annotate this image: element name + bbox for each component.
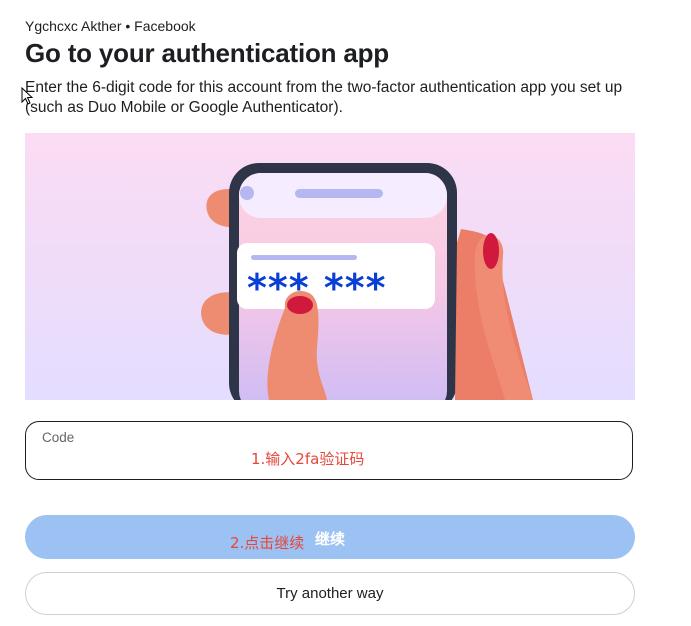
try-another-way-button[interactable]: Try another way <box>25 572 635 615</box>
phone-illustration-svg: *** *** <box>25 133 635 400</box>
description-text: Enter the 6-digit code for this account … <box>25 79 623 116</box>
masked-code-text: *** *** <box>247 266 386 310</box>
code-field-label: Code <box>42 430 75 445</box>
page-title: Go to your authentication app <box>25 38 389 68</box>
account-line: Ygchcxc Akther • Facebook <box>25 18 196 34</box>
mouse-cursor-icon <box>21 87 33 105</box>
annotation-click-continue: 2.点击继续 <box>230 534 305 552</box>
annotation-enter-code: 1.输入2fa验证码 <box>251 450 365 468</box>
authentication-illustration: *** *** <box>25 133 635 400</box>
continue-button-label: 继续 <box>315 530 346 548</box>
